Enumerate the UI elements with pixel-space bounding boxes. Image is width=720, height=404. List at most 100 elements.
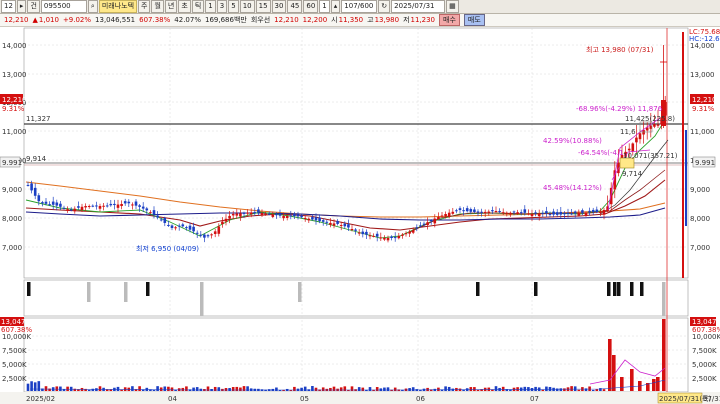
annotation-a5: 10,071(357.21)	[623, 152, 678, 160]
volume-bar-spike	[620, 377, 624, 391]
candle	[512, 211, 516, 213]
signal-bar	[534, 282, 538, 296]
candle	[462, 210, 465, 212]
candle	[411, 230, 415, 233]
candle	[156, 215, 159, 218]
volume-bar	[33, 382, 37, 391]
volume-bar-spike	[630, 369, 634, 391]
candle	[336, 220, 339, 224]
candle	[167, 224, 170, 226]
ytick-11000: 11,000	[2, 128, 27, 136]
candle	[530, 214, 534, 217]
volume-bar	[123, 387, 127, 391]
volume-bar	[368, 387, 372, 391]
candle	[393, 237, 397, 239]
candle	[185, 227, 188, 229]
candle	[318, 217, 321, 222]
volume-bar	[501, 386, 505, 391]
candle	[66, 209, 69, 211]
signal-bar	[298, 282, 302, 302]
candle	[401, 234, 404, 236]
candle	[231, 213, 235, 216]
candle	[383, 238, 386, 240]
candle	[116, 204, 120, 208]
candle	[332, 223, 336, 226]
volume-bar	[375, 387, 379, 391]
vtick-r-5000k: 5,000K	[692, 361, 717, 369]
candle	[80, 206, 84, 211]
xtick-07: 07	[530, 395, 539, 403]
volume-bar	[577, 389, 581, 391]
candle	[307, 218, 311, 221]
candle	[545, 211, 548, 214]
volume-bar	[588, 386, 591, 391]
ytick-r-13000: 13,000	[690, 71, 715, 79]
candle	[235, 213, 239, 216]
candle	[379, 237, 383, 239]
volume-bar	[66, 386, 69, 391]
candle	[293, 213, 296, 216]
candle	[408, 231, 411, 234]
candle	[192, 226, 195, 232]
candle	[303, 217, 307, 219]
vtick-r-10000k: 10,000K	[692, 333, 720, 341]
volume-bar	[87, 389, 91, 391]
candle	[390, 236, 393, 238]
ytick-14000: 14,000	[2, 42, 27, 50]
candle	[581, 210, 584, 213]
candle	[131, 204, 134, 206]
candle	[458, 208, 462, 210]
candle	[548, 213, 552, 215]
candle	[509, 212, 512, 215]
volume-bar	[602, 389, 606, 391]
low-annotation: 최저 6,950 (04/09)	[136, 244, 199, 253]
candle	[199, 234, 203, 236]
volume-bar	[545, 386, 548, 391]
candle	[138, 205, 141, 207]
ytick-r-8000: 8,000	[690, 215, 710, 223]
volume-bar	[494, 386, 498, 391]
candle	[296, 214, 300, 217]
candle	[501, 212, 505, 214]
candle	[33, 187, 37, 196]
volume-bar	[239, 387, 242, 391]
candle	[271, 214, 275, 217]
candle	[91, 205, 95, 207]
stock-chart[interactable]: 최고 13,980 (07/31) 최저 6,950 (04/09) -68.9…	[0, 0, 720, 404]
hline1-label: 11,327	[26, 115, 51, 123]
candle	[354, 229, 357, 231]
volume-bar	[192, 387, 195, 391]
volume-bar	[595, 389, 599, 391]
candle	[48, 204, 51, 206]
volume-bar	[527, 387, 530, 391]
volume-bar	[591, 389, 595, 391]
ytick-r-7000: 7,000	[690, 244, 710, 252]
candle	[102, 205, 105, 207]
volume-bar	[59, 386, 62, 391]
candle	[577, 213, 581, 216]
volume-bar	[570, 386, 573, 391]
candle	[253, 212, 257, 214]
volume-bar	[293, 386, 296, 391]
ytick-7000: 7,000	[2, 244, 22, 252]
candle	[127, 201, 131, 204]
candle	[44, 201, 48, 204]
volume-bar	[523, 386, 527, 391]
candle	[440, 215, 444, 217]
volume-pane[interactable]	[23, 317, 689, 393]
candle	[631, 143, 635, 152]
signal-pane[interactable]	[23, 279, 689, 317]
candle	[325, 221, 329, 223]
volume-bar	[357, 387, 361, 391]
volume-bar	[275, 387, 278, 391]
volume-bar	[426, 387, 429, 391]
price-axis-left: 14,000 13,000 12,000 11,000 10,000 9,000…	[2, 42, 27, 252]
volume-bar	[332, 386, 336, 391]
volume-bar	[217, 387, 221, 391]
candle	[635, 137, 638, 143]
candle	[429, 220, 433, 222]
volume-bar	[156, 386, 159, 391]
candle	[73, 208, 77, 212]
candle	[285, 216, 289, 218]
xtick-right: 07/31	[703, 395, 720, 403]
